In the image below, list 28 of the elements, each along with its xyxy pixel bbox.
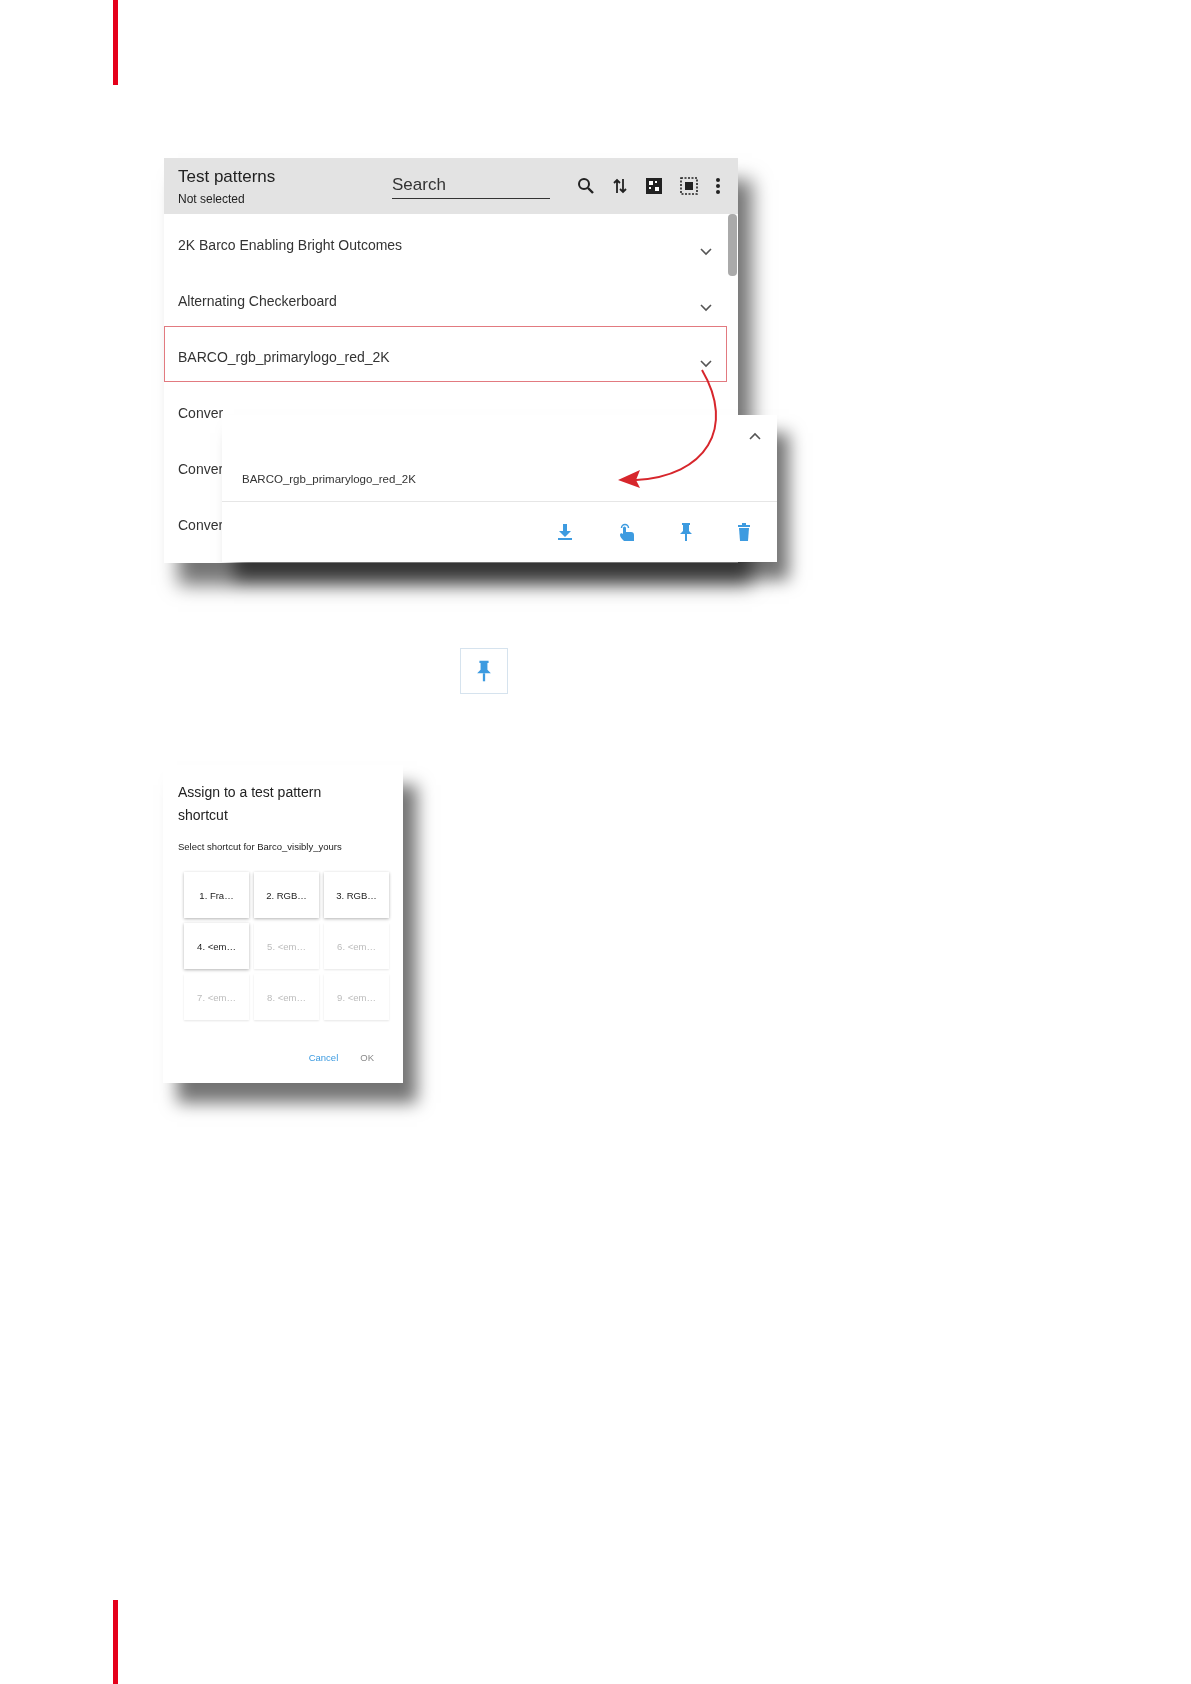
chevron-down-icon[interactable]	[700, 360, 712, 368]
shortcut-button[interactable]: 1. Fra…	[184, 872, 249, 918]
list-item[interactable]: Alternating Checkerboard	[164, 270, 727, 326]
dialog-title: Assign to a test pattern shortcut	[178, 783, 323, 825]
touch-icon[interactable]	[617, 521, 635, 543]
panel-subtitle: Not selected	[178, 191, 246, 206]
list-item[interactable]: BARCO_rgb_primarylogo_red_2K	[164, 326, 727, 382]
checkerboard-icon[interactable]	[645, 177, 663, 195]
search-icon[interactable]	[577, 177, 595, 195]
shortcut-button[interactable]: 2. RGB…	[254, 872, 319, 918]
panel-title: Test patterns	[178, 166, 277, 187]
pin-icon	[476, 659, 492, 683]
trash-icon[interactable]	[737, 523, 751, 541]
search-field[interactable]: Search	[392, 173, 550, 199]
shortcut-button[interactable]: 4. <em…	[184, 923, 249, 969]
chevron-down-icon[interactable]	[700, 248, 712, 256]
sort-icon[interactable]	[612, 177, 628, 195]
scrollbar[interactable]	[728, 214, 737, 276]
select-all-icon[interactable]	[680, 177, 698, 195]
dialog-subtitle: Select shortcut for Barco_visibly_yours	[178, 841, 343, 852]
chevron-up-icon[interactable]	[749, 432, 761, 440]
chevron-down-icon[interactable]	[700, 304, 712, 312]
download-icon[interactable]	[557, 523, 573, 541]
pin-icon[interactable]	[679, 522, 693, 542]
shortcut-button[interactable]: 3. RGB…	[324, 872, 389, 918]
more-icon[interactable]	[715, 177, 721, 195]
pin-button[interactable]	[460, 648, 508, 694]
list-item[interactable]: 2K Barco Enabling Bright Outcomes	[164, 214, 727, 270]
